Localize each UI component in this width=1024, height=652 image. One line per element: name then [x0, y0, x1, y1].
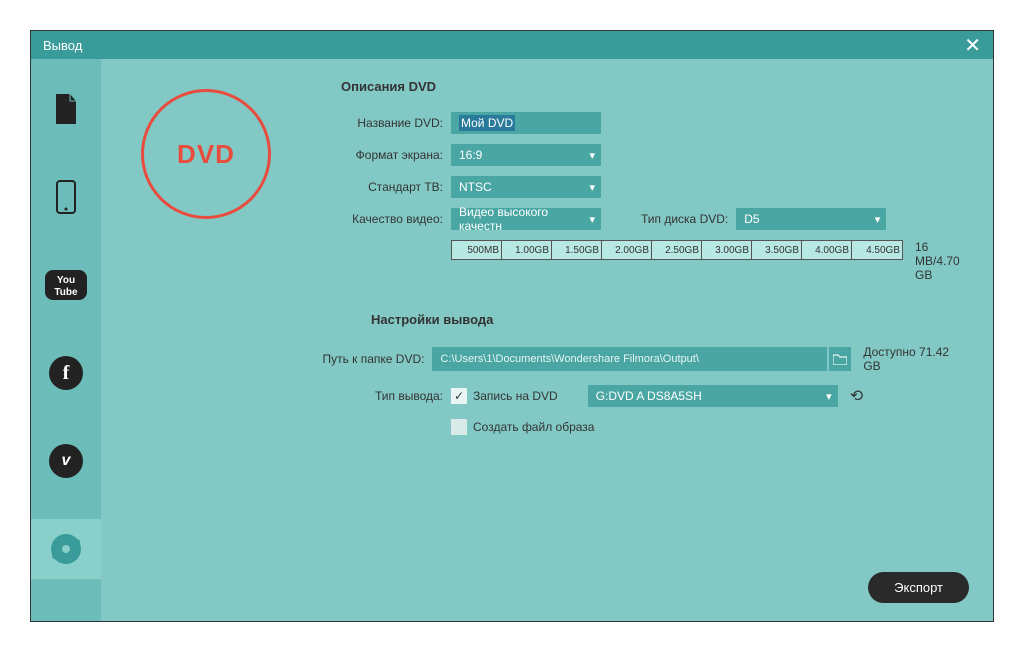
sidebar-item-local[interactable] [31, 79, 101, 139]
output-section: Настройки вывода Путь к папке DVD: C:\Us… [151, 312, 963, 435]
path-input[interactable]: C:\Users\1\Documents\Wondershare Filmora… [432, 347, 826, 371]
label-output-type: Тип вывода: [151, 389, 451, 403]
label-disc-type: Тип диска DVD: [641, 212, 728, 226]
svg-text:You: You [57, 275, 75, 286]
aspect-select[interactable]: 16:9 [451, 144, 601, 166]
label-quality: Качество видео: [341, 212, 451, 226]
dvd-badge: DVD [141, 89, 271, 219]
row-tvstd: Стандарт ТВ: NTSC [151, 176, 963, 198]
browse-folder-button[interactable] [829, 347, 851, 371]
ruler-tick: 1.50GB [552, 241, 602, 259]
refresh-icon[interactable]: ⟲ [850, 386, 863, 406]
vimeo-icon: v [49, 444, 83, 478]
facebook-icon: f [49, 356, 83, 390]
ruler-bar: 500MB 1.00GB 1.50GB 2.00GB 2.50GB 3.00GB… [451, 240, 903, 260]
export-button[interactable]: Экспорт [868, 572, 969, 603]
ruler-tick: 4.50GB [852, 241, 902, 259]
burn-checkbox[interactable]: ✓ [451, 388, 467, 404]
content-panel: DVD Описания DVD Название DVD: Мой DVD Ф… [101, 59, 993, 621]
file-icon [54, 94, 78, 124]
ruler-tick: 1.00GB [502, 241, 552, 259]
window-title: Вывод [43, 38, 82, 53]
sidebar-item-vimeo[interactable]: v [31, 431, 101, 491]
device-icon [56, 180, 76, 214]
burn-label: Запись на DVD [473, 389, 558, 403]
row-dvd-name: Название DVD: Мой DVD [151, 112, 963, 134]
drive-select[interactable]: G:DVD A DS8A5SH [588, 385, 838, 407]
size-info: 16 MB/4.70 GB [915, 240, 963, 282]
svg-text:Tube: Tube [54, 287, 78, 298]
window-body: YouTube f v DVD Описания DVD Название DV… [31, 59, 993, 621]
sidebar: YouTube f v [31, 59, 101, 621]
ruler-tick: 4.00GB [802, 241, 852, 259]
sidebar-item-device[interactable] [31, 167, 101, 227]
disc-type-group: Тип диска DVD: D5 [641, 208, 886, 230]
iso-checkbox[interactable] [451, 419, 467, 435]
section-title-output: Настройки вывода [371, 312, 963, 327]
quality-select[interactable]: Видео высокого качестн [451, 208, 601, 230]
export-window: Вывод ✕ YouTube f v DVD [30, 30, 994, 622]
tvstd-select[interactable]: NTSC [451, 176, 601, 198]
sidebar-item-dvd[interactable] [31, 519, 101, 579]
titlebar: Вывод ✕ [31, 31, 993, 59]
sidebar-item-facebook[interactable]: f [31, 343, 101, 403]
disc-type-select[interactable]: D5 [736, 208, 886, 230]
label-aspect: Формат экрана: [341, 148, 451, 162]
label-tvstd: Стандарт ТВ: [341, 180, 451, 194]
ruler-tick: 3.50GB [752, 241, 802, 259]
ruler-tick: 3.00GB [702, 241, 752, 259]
sidebar-item-youtube[interactable]: YouTube [31, 255, 101, 315]
burn-checkline: ✓ Запись на DVD [451, 388, 558, 404]
row-quality: Качество видео: Видео высокого качестн Т… [151, 208, 963, 230]
disc-icon [49, 532, 83, 566]
row-path: Путь к папке DVD: C:\Users\1\Documents\W… [151, 345, 963, 373]
row-output-type: Тип вывода: ✓ Запись на DVD G:DVD A DS8A… [151, 385, 963, 407]
youtube-icon: YouTube [45, 270, 87, 300]
ruler-tick: 2.50GB [652, 241, 702, 259]
label-path: Путь к папке DVD: [151, 352, 432, 366]
available-space: Доступно 71.42 GB [863, 345, 963, 373]
iso-label: Создать файл образа [473, 420, 594, 434]
row-iso: Создать файл образа [451, 419, 963, 435]
close-icon[interactable]: ✕ [964, 33, 981, 58]
dvd-name-input[interactable]: Мой DVD [459, 115, 515, 131]
folder-icon [833, 353, 847, 365]
size-ruler: 500MB 1.00GB 1.50GB 2.00GB 2.50GB 3.00GB… [451, 240, 963, 282]
ruler-tick: 500MB [452, 241, 502, 259]
ruler-tick: 2.00GB [602, 241, 652, 259]
section-title-desc: Описания DVD [341, 79, 963, 94]
label-dvd-name: Название DVD: [341, 116, 451, 130]
row-aspect: Формат экрана: 16:9 [151, 144, 963, 166]
